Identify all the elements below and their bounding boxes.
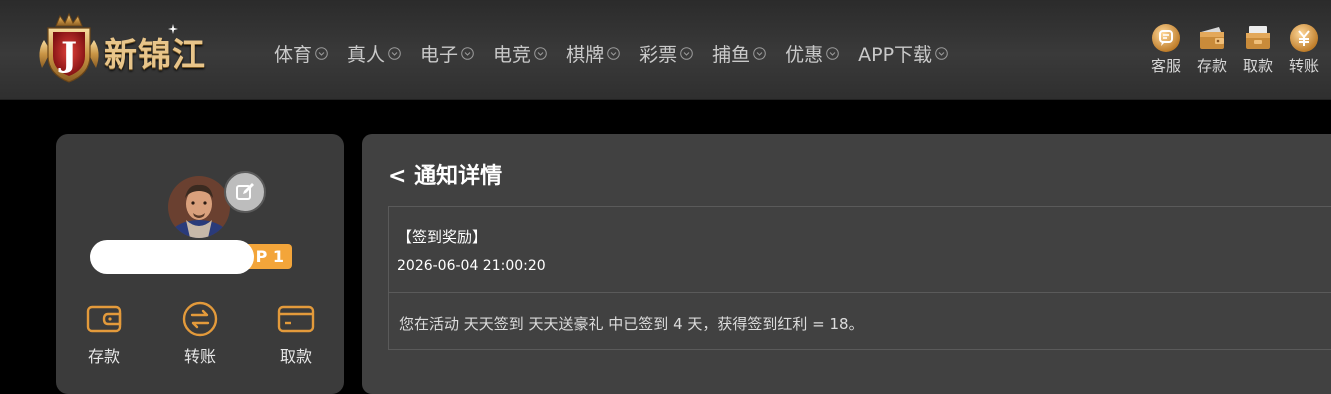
chevron-down-icon: [826, 47, 839, 60]
sparkle-icon: [168, 24, 178, 34]
header-tools: 客服 存款 取款 转账: [1143, 23, 1327, 75]
notification-timestamp: 2026-06-04 21:00:20: [397, 258, 546, 274]
card-icon: [277, 305, 315, 333]
chevron-down-icon: [534, 47, 547, 60]
customer-service-icon: [1152, 24, 1180, 52]
crown-shield-logo-icon: J: [39, 12, 99, 83]
notification-detail-panel: < 通知详情 【签到奖励】 2026-06-04 21:00:20 您在活动 天…: [362, 134, 1331, 394]
main-nav: 体育 真人 电子 电竞 棋牌 彩票 捕鱼 优惠 APP下载: [274, 38, 967, 68]
deposit-button[interactable]: 存款: [1189, 23, 1235, 75]
notification-card: 【签到奖励】 2026-06-04 21:00:20 您在活动 天天签到 天天送…: [388, 206, 1331, 350]
tool-label: 转账: [1288, 57, 1319, 75]
chevron-down-icon: [753, 47, 766, 60]
back-to-notifications-link[interactable]: < 通知详情: [388, 158, 502, 190]
nav-item-fishing[interactable]: 捕鱼: [712, 38, 766, 68]
edit-icon: [236, 183, 254, 200]
divider: [389, 292, 1331, 293]
notification-title: 【签到奖励】: [397, 228, 488, 246]
tool-label: 存款: [1196, 57, 1227, 75]
withdraw-icon: [1246, 26, 1270, 49]
chevron-down-icon: [315, 47, 328, 60]
tool-label: 客服: [1150, 57, 1181, 75]
action-label: 转账: [183, 347, 216, 366]
nav-label: APP下载: [858, 43, 933, 66]
profile-withdraw-button[interactable]: 取款: [248, 300, 344, 367]
username-redacted: [90, 240, 254, 274]
nav-item-sports[interactable]: 体育: [274, 38, 328, 68]
nav-item-slots[interactable]: 电子: [420, 38, 474, 68]
nav-label: 棋牌: [566, 43, 605, 66]
chevron-down-icon: [388, 47, 401, 60]
profile-transfer-button[interactable]: 转账: [152, 300, 248, 367]
action-label: 存款: [87, 347, 120, 366]
nav-label: 真人: [347, 43, 386, 66]
edit-profile-button[interactable]: [224, 171, 266, 213]
logo-wordmark: 新锦江: [104, 35, 206, 74]
tool-label: 取款: [1242, 57, 1273, 75]
transfer-button[interactable]: 转账: [1281, 23, 1327, 75]
action-label: 取款: [279, 347, 312, 366]
nav-item-live-casino[interactable]: 真人: [347, 38, 401, 68]
logo-letter: J: [58, 35, 77, 75]
withdraw-button[interactable]: 取款: [1235, 23, 1281, 75]
profile-card: P 1 存款 转账 取款: [56, 134, 344, 394]
site-logo[interactable]: J 新锦江: [34, 12, 244, 86]
wallet-icon: [86, 305, 122, 333]
nav-label: 电子: [420, 43, 459, 66]
nav-item-app-download[interactable]: APP下载: [858, 38, 948, 68]
chevron-down-icon: [680, 47, 693, 60]
notification-body: 您在活动 天天签到 天天送豪礼 中已签到 4 天，获得签到红利 = 18。: [399, 315, 864, 333]
nav-label: 捕鱼: [712, 43, 751, 66]
nav-label: 彩票: [639, 43, 678, 66]
chevron-down-icon: [461, 47, 474, 60]
transfer-icon: [182, 301, 218, 337]
nav-item-lottery[interactable]: 彩票: [639, 38, 693, 68]
customer-service-button[interactable]: 客服: [1143, 23, 1189, 75]
nav-label: 电竞: [493, 43, 532, 66]
avatar-photo: [168, 176, 230, 238]
wallet-icon: [1200, 27, 1224, 49]
nav-item-esports[interactable]: 电竞: [493, 38, 547, 68]
transfer-icon: [1290, 24, 1318, 52]
user-avatar[interactable]: [168, 176, 230, 238]
profile-quick-actions: 存款 转账 取款: [56, 300, 344, 367]
nav-item-promotions[interactable]: 优惠: [785, 38, 839, 68]
nav-label: 优惠: [785, 43, 824, 66]
profile-deposit-button[interactable]: 存款: [56, 300, 152, 367]
nav-item-chess-cards[interactable]: 棋牌: [566, 38, 620, 68]
top-header: J 新锦江 体育 真人 电子 电竞 棋牌 彩票 捕鱼 优惠 APP下载 客服 存…: [0, 0, 1331, 100]
nav-label: 体育: [274, 43, 313, 66]
chevron-down-icon: [607, 47, 620, 60]
chevron-down-icon: [935, 47, 948, 60]
